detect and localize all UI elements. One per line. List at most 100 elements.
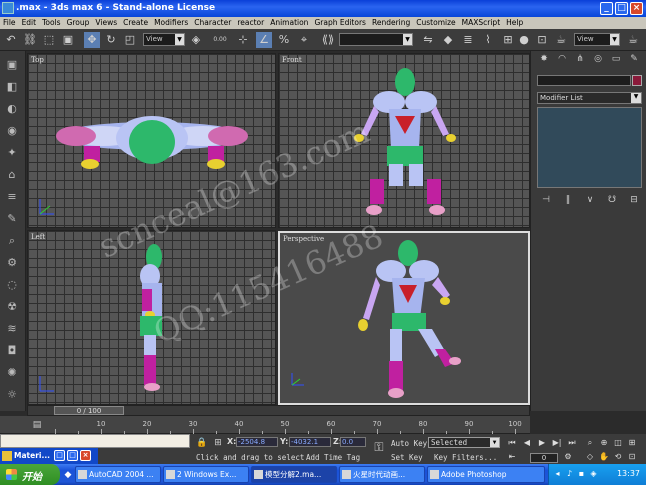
spinner-snap-field[interactable]: 0.00 bbox=[209, 32, 231, 48]
y-coordinate-field[interactable]: -4032.1 bbox=[289, 437, 331, 447]
time-configuration-icon[interactable]: ⚙ bbox=[562, 451, 574, 462]
space-warps-icon[interactable]: ◌ bbox=[3, 277, 21, 293]
tray-ime-icon[interactable]: ◈ bbox=[589, 469, 598, 478]
key-mode-dropdown[interactable]: Selected▼ bbox=[428, 437, 500, 448]
show-end-result-icon[interactable]: ‖ bbox=[561, 193, 575, 207]
track-bar[interactable]: ▤ 102030405060708090100 bbox=[0, 416, 530, 434]
menu-customize[interactable]: Customize bbox=[413, 17, 458, 28]
shapes-icon[interactable]: ⌂ bbox=[3, 167, 21, 183]
material-editor-icon[interactable]: ● bbox=[516, 32, 532, 48]
angle-snap-icon[interactable]: ∠ bbox=[256, 32, 272, 48]
curve-editor-icon[interactable]: ⌇ bbox=[480, 32, 496, 48]
mentalray-icon[interactable]: ✺ bbox=[3, 365, 21, 381]
tray-network-icon[interactable]: ◂ bbox=[553, 469, 562, 478]
pan-icon[interactable]: ✋ bbox=[598, 451, 610, 462]
select-rotate-icon[interactable]: ↻ bbox=[103, 32, 119, 48]
snap-toggle-icon[interactable]: ⊹ bbox=[235, 32, 251, 48]
percent-snap-icon[interactable]: % bbox=[276, 32, 292, 48]
schematic-view-icon[interactable]: ⊞ bbox=[500, 32, 516, 48]
tray-volume-icon[interactable]: ♪ bbox=[565, 469, 574, 478]
menu-group[interactable]: Group bbox=[64, 17, 93, 28]
menu-reactor[interactable]: reactor bbox=[234, 17, 267, 28]
go-to-start-icon[interactable]: ⏮ bbox=[506, 437, 518, 448]
menu-modifiers[interactable]: Modifiers bbox=[151, 17, 191, 28]
object-name-field[interactable] bbox=[537, 75, 631, 86]
select-region-icon[interactable]: ▣ bbox=[60, 32, 76, 48]
rendering-icon[interactable]: ◘ bbox=[3, 343, 21, 359]
hair-icon[interactable]: ≋ bbox=[3, 321, 21, 337]
menu-character[interactable]: Character bbox=[191, 17, 234, 28]
close-button[interactable]: × bbox=[630, 2, 643, 15]
select-link-icon[interactable]: ⛓ bbox=[22, 32, 38, 48]
configure-sets-icon[interactable]: ⊟ bbox=[627, 193, 641, 207]
align-icon[interactable]: ◆ bbox=[440, 32, 456, 48]
arc-rotate-icon[interactable]: ⟲ bbox=[612, 451, 624, 462]
time-slider[interactable]: 0 / 100 bbox=[27, 405, 530, 416]
taskbar-item-browser[interactable]: 火星时代动画... bbox=[339, 466, 425, 483]
key-mode-toggle-icon[interactable]: ⇤ bbox=[506, 451, 518, 462]
cameras-icon[interactable]: ◉ bbox=[3, 123, 21, 139]
layer-manager-icon[interactable]: ≣ bbox=[460, 32, 476, 48]
render-type-dropdown[interactable]: View▼ bbox=[574, 33, 620, 46]
maximize-button[interactable]: □ bbox=[67, 450, 78, 461]
taskbar-item-3dsmax[interactable]: 模型分解2.ma... bbox=[251, 466, 337, 483]
edit-named-selection-icon[interactable]: ⟪⟫ bbox=[320, 32, 336, 48]
zoom-all-icon[interactable]: ⊕ bbox=[598, 437, 610, 448]
select-object-icon[interactable]: ⬚ bbox=[41, 32, 57, 48]
object-color-swatch[interactable] bbox=[632, 75, 642, 86]
viewport-front[interactable]: Front bbox=[278, 53, 530, 228]
motion-tab-icon[interactable]: ◎ bbox=[591, 53, 605, 66]
select-scale-icon[interactable]: ◰ bbox=[122, 32, 138, 48]
close-button[interactable]: × bbox=[80, 450, 91, 461]
set-key-button[interactable]: Set Key bbox=[391, 453, 423, 462]
modifiers-icon[interactable]: ≡ bbox=[3, 189, 21, 205]
viewport-top[interactable]: Top bbox=[27, 53, 276, 228]
create-tab-icon[interactable]: ✸ bbox=[537, 53, 551, 66]
start-button[interactable]: 开始 bbox=[0, 464, 60, 485]
zoom-icon[interactable]: ⌕ bbox=[584, 437, 596, 448]
field-of-view-icon[interactable]: ◇ bbox=[584, 451, 596, 462]
particles-icon[interactable]: ⌕ bbox=[3, 233, 21, 249]
menu-animation[interactable]: Animation bbox=[267, 17, 311, 28]
app-icon[interactable] bbox=[2, 2, 14, 14]
pin-stack-icon[interactable]: ⊣ bbox=[539, 193, 553, 207]
current-frame-field[interactable]: 0 bbox=[530, 453, 558, 463]
auto-key-button[interactable]: Auto Key bbox=[391, 439, 427, 448]
restore-button[interactable]: □ bbox=[54, 450, 65, 461]
menu-create[interactable]: Create bbox=[120, 17, 151, 28]
make-unique-icon[interactable]: ∨ bbox=[583, 193, 597, 207]
maximize-button[interactable]: □ bbox=[615, 2, 628, 15]
menu-maxscript[interactable]: MAXScript bbox=[459, 17, 504, 28]
key-mode-icon[interactable]: ⚿ bbox=[371, 439, 387, 455]
tray-monitor-icon[interactable]: ▪ bbox=[577, 469, 586, 478]
pivot-center-icon[interactable]: ◈ bbox=[188, 32, 204, 48]
dynamics-icon[interactable]: ⚙ bbox=[3, 255, 21, 271]
zoom-extents-icon[interactable]: ◫ bbox=[612, 437, 624, 448]
x-coordinate-field[interactable]: -2504.8 bbox=[236, 437, 278, 447]
reactor-icon[interactable]: ☢ bbox=[3, 299, 21, 315]
menu-rendering[interactable]: Rendering bbox=[369, 17, 413, 28]
mirror-icon[interactable]: ⇋ bbox=[420, 32, 436, 48]
zoom-extents-all-icon[interactable]: ⊞ bbox=[626, 437, 638, 448]
time-slider-thumb[interactable]: 0 / 100 bbox=[54, 406, 124, 415]
modifier-list-dropdown[interactable]: Modifier List▼ bbox=[537, 92, 642, 104]
menu-tools[interactable]: Tools bbox=[39, 17, 63, 28]
menu-help[interactable]: Help bbox=[503, 17, 526, 28]
lights-icon[interactable]: ◐ bbox=[3, 101, 21, 117]
go-to-end-icon[interactable]: ⏭ bbox=[566, 437, 578, 448]
material-editor-titlebar[interactable]: Materi... □ □ × bbox=[0, 448, 98, 464]
spinner-snap-icon[interactable]: ⌖ bbox=[296, 32, 312, 48]
open-mini-curve-editor-icon[interactable]: ▤ bbox=[30, 417, 44, 431]
key-filters-button[interactable]: Key Filters... bbox=[434, 453, 497, 462]
taskbar-item-photoshop[interactable]: Adobe Photoshop bbox=[427, 466, 545, 483]
hierarchy-tab-icon[interactable]: ⋔ bbox=[573, 53, 587, 66]
undo-icon[interactable]: ↶ bbox=[3, 32, 19, 48]
quick-launch-icon[interactable]: ◆ bbox=[62, 467, 74, 481]
next-frame-icon[interactable]: ▶| bbox=[551, 437, 563, 448]
menu-file[interactable]: File bbox=[0, 17, 19, 28]
play-icon[interactable]: ▶ bbox=[536, 437, 548, 448]
select-move-icon[interactable]: ✥ bbox=[84, 32, 100, 48]
viewport-left[interactable]: Left bbox=[27, 230, 276, 405]
helpers-icon[interactable]: ✦ bbox=[3, 145, 21, 161]
z-coordinate-field[interactable]: 0.0 bbox=[340, 437, 366, 447]
